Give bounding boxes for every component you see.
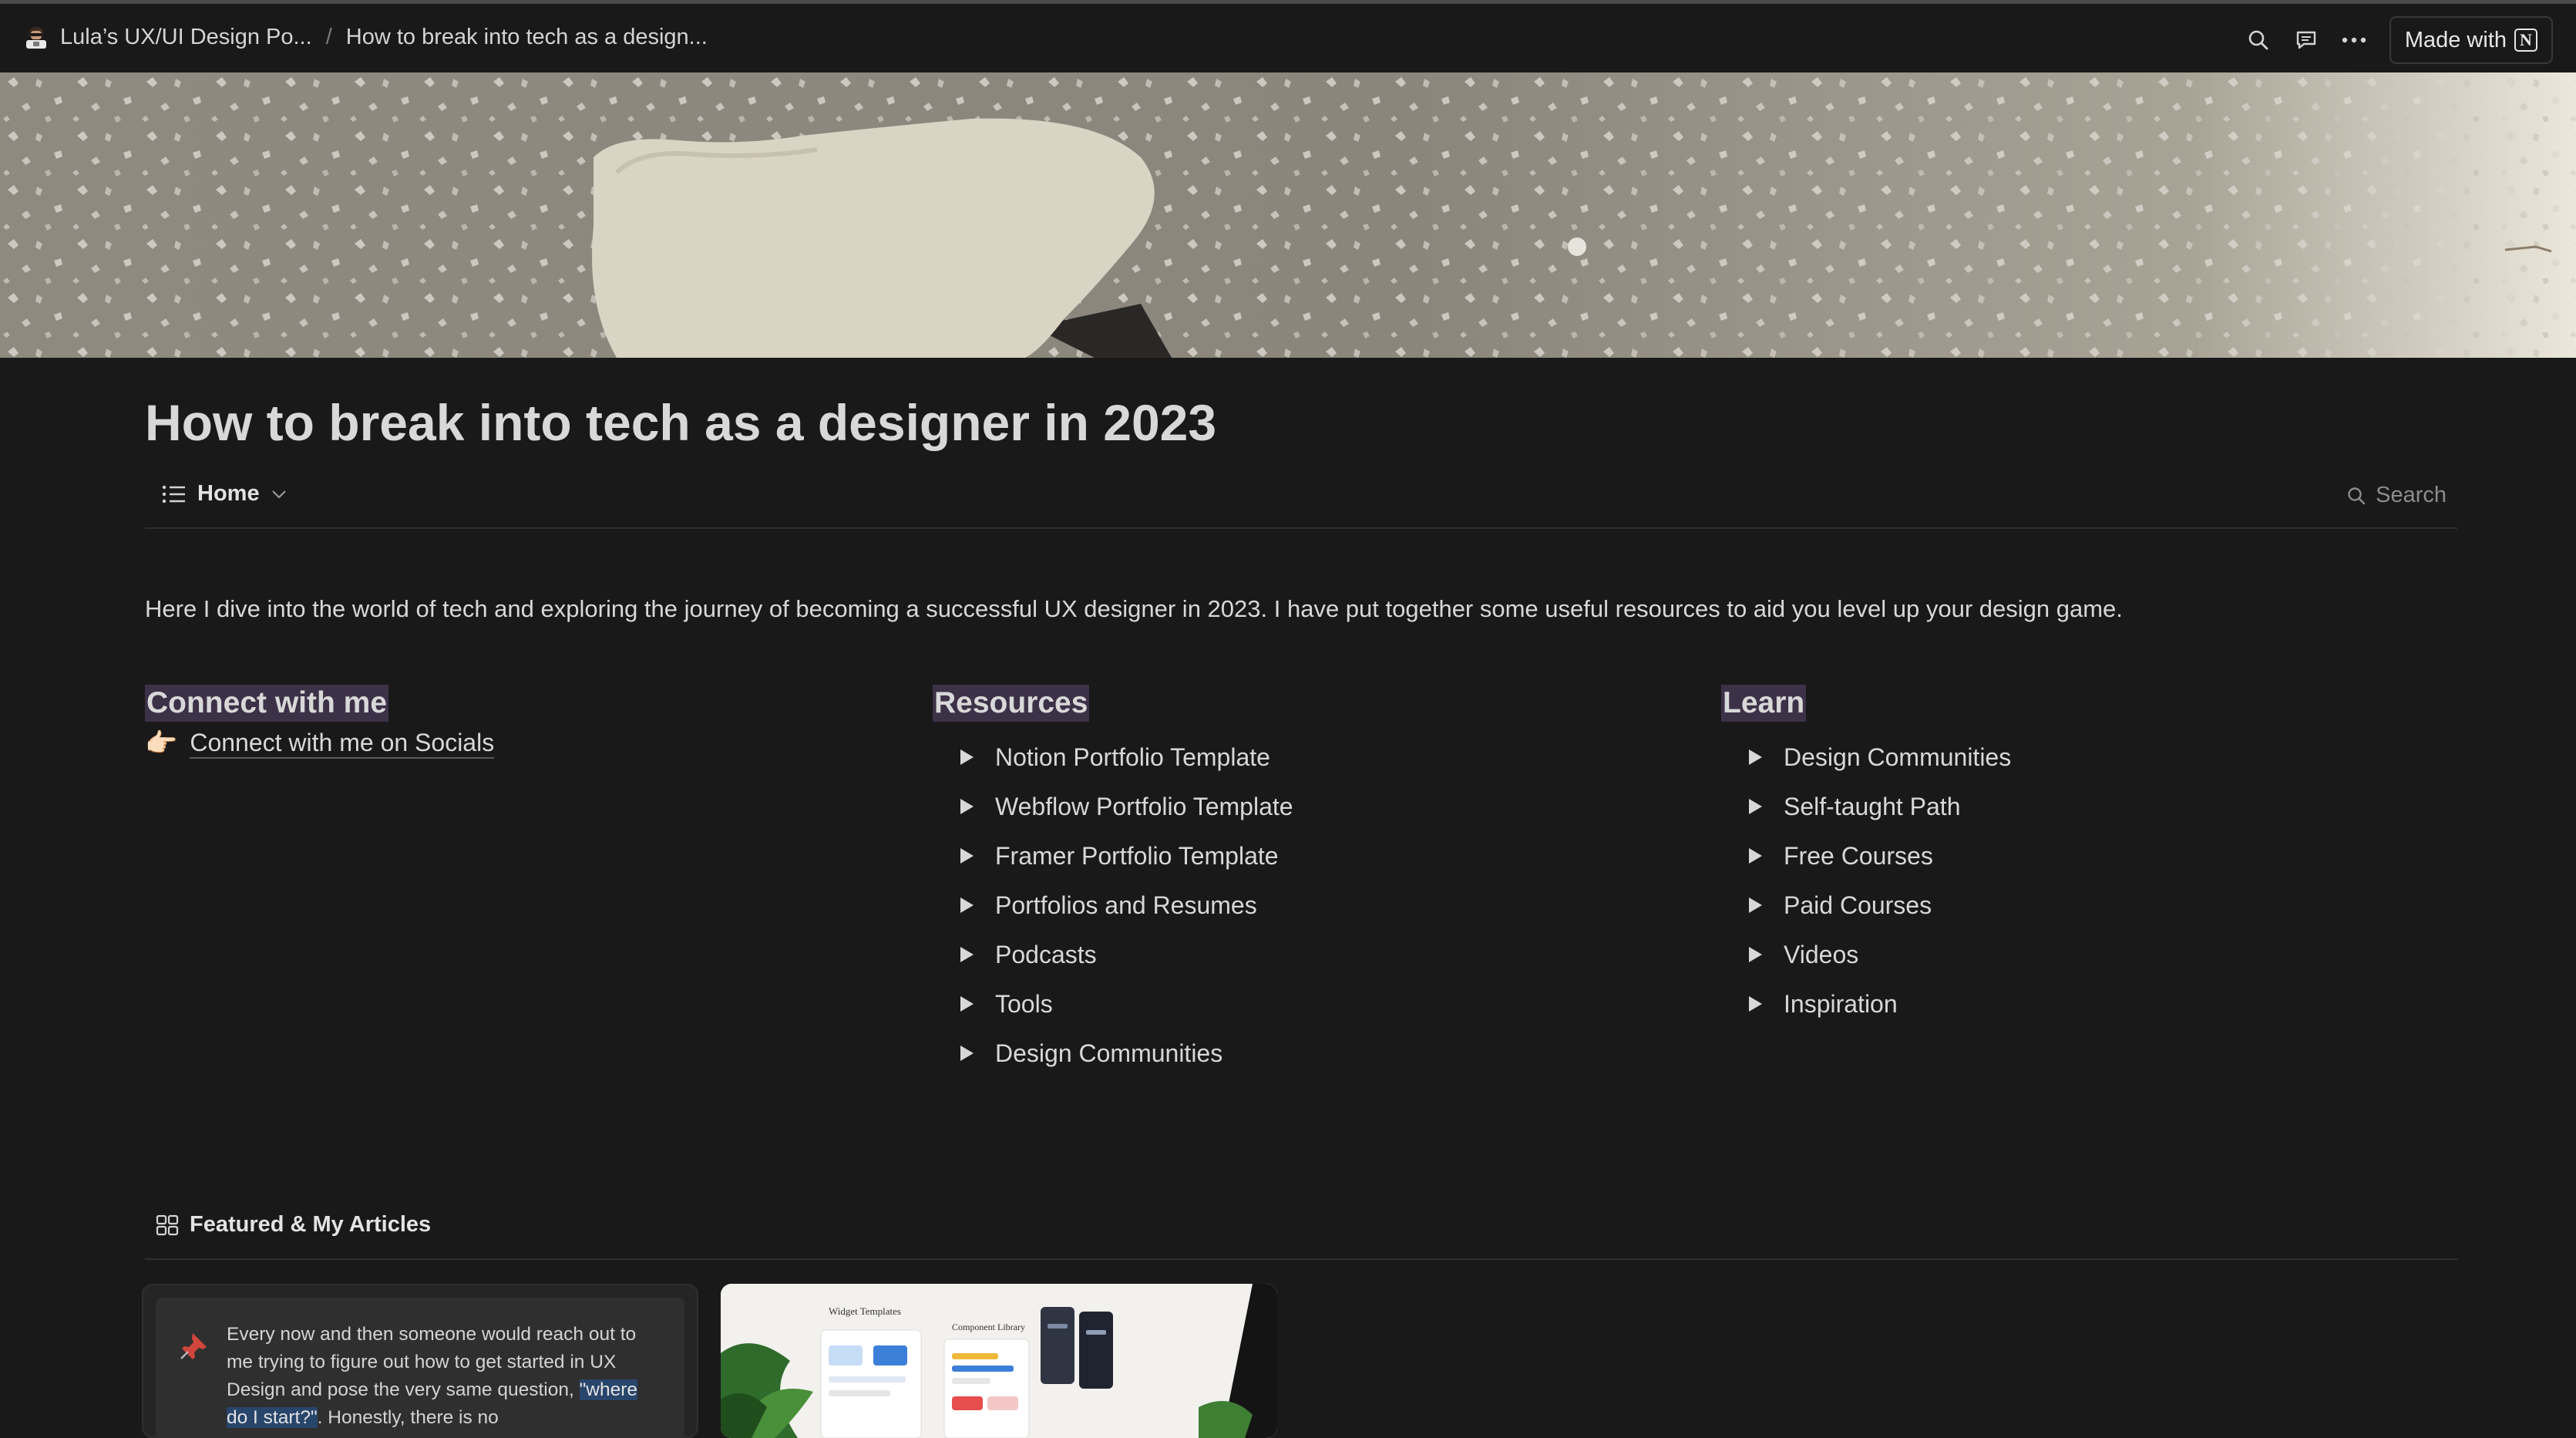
toggle-label: Notion Portfolio Template [995, 743, 1270, 771]
featured-title: Featured & My Articles [190, 1212, 432, 1237]
resources-column: Resources Notion Portfolio Template Webf… [933, 685, 1673, 1078]
breadcrumb-page[interactable]: How to break into tech as a design... [346, 25, 708, 50]
toggle-item[interactable]: Webflow Portfolio Template [933, 782, 1673, 831]
toggle-arrow-icon[interactable] [1749, 799, 1762, 814]
search-button[interactable] [2240, 22, 2277, 59]
resources-heading: Resources [933, 685, 1090, 722]
made-with-label: Made with [2404, 27, 2507, 52]
view-search-label: Search [2376, 483, 2447, 507]
comments-button[interactable] [2288, 22, 2325, 59]
toggle-label: Tools [995, 989, 1053, 1018]
learn-column: Learn Design Communities Self-taught Pat… [1721, 685, 2461, 1029]
article-card[interactable]: Widget Templates Component Library [721, 1284, 1277, 1438]
widget-templates-label: Widget Templates [829, 1305, 901, 1317]
view-bar: Home Search [145, 472, 2457, 529]
toggle-label: Design Communities [995, 1039, 1223, 1067]
toggle-label: Podcasts [995, 940, 1097, 968]
gallery-icon [156, 1214, 179, 1235]
view-search-button[interactable]: Search [2346, 483, 2447, 508]
component-library-label: Component Library [952, 1322, 1025, 1332]
article-thumbnail: Widget Templates Component Library [721, 1284, 1277, 1438]
toggle-item[interactable]: Paid Courses [1721, 881, 2461, 930]
toggle-label: Paid Courses [1784, 891, 1932, 919]
search-icon [2348, 487, 2366, 504]
breadcrumb-workspace[interactable]: Lula’s UX/UI Design Po... [60, 25, 312, 50]
toggle-label: Design Communities [1784, 743, 2012, 771]
toggle-item[interactable]: Videos [1721, 930, 2461, 979]
callout-text-start: Every now and then someone would reach o… [227, 1324, 637, 1400]
toggle-arrow-icon[interactable] [1749, 749, 1762, 765]
toggle-item[interactable]: Notion Portfolio Template [933, 732, 1673, 782]
toggle-item[interactable]: Tools [933, 979, 1673, 1029]
toggle-item[interactable]: Self-taught Path [1721, 782, 2461, 831]
cover-image [0, 72, 2576, 358]
toggle-arrow-icon[interactable] [960, 897, 974, 913]
socials-link-label: Connect with me on Socials [190, 729, 495, 759]
top-bar: Lula’s UX/UI Design Po... / How to break… [0, 4, 2576, 72]
callout-text: Every now and then someone would reach o… [227, 1321, 658, 1432]
learn-heading: Learn [1721, 685, 1807, 722]
made-with-notion-button[interactable]: Made with N [2389, 16, 2553, 64]
search-icon [2248, 30, 2268, 50]
page-title: How to break into tech as a designer in … [145, 394, 1217, 451]
callout-text-end: . Honestly, there is no [317, 1407, 499, 1428]
list-icon [162, 485, 185, 503]
notion-logo-icon: N [2514, 29, 2537, 52]
toggle-item[interactable]: Portfolios and Resumes [933, 881, 1673, 930]
callout-block: Every now and then someone would reach o… [156, 1298, 684, 1436]
resources-list: Notion Portfolio Template Webflow Portfo… [933, 732, 1673, 1078]
toggle-item[interactable]: Free Courses [1721, 831, 2461, 881]
cover-artwork [0, 72, 2576, 358]
view-tab-label: Home [197, 481, 260, 506]
toggle-item[interactable]: Design Communities [1721, 732, 2461, 782]
workspace-avatar-icon [26, 27, 46, 49]
toggle-arrow-icon[interactable] [960, 749, 974, 765]
toggle-arrow-icon[interactable] [960, 996, 974, 1012]
toggle-arrow-icon[interactable] [960, 947, 974, 962]
toggle-label: Videos [1784, 940, 1859, 968]
featured-view-bar: Featured & My Articles [145, 1203, 2457, 1260]
breadcrumb-separator: / [325, 24, 332, 49]
toggle-label: Framer Portfolio Template [995, 841, 1279, 870]
breadcrumb: Lula’s UX/UI Design Po... / How to break… [23, 24, 708, 50]
toggle-label: Self-taught Path [1784, 792, 1961, 820]
featured-view-tab[interactable]: Featured & My Articles [156, 1212, 431, 1238]
view-tab-home[interactable]: Home [162, 481, 298, 507]
toggle-label: Free Courses [1784, 841, 1933, 870]
toggle-arrow-icon[interactable] [960, 1046, 974, 1061]
pointing-hand-icon: 👉🏻 [145, 729, 178, 758]
toggle-item[interactable]: Inspiration [1721, 979, 2461, 1029]
toggle-arrow-icon[interactable] [960, 848, 974, 864]
toggle-item[interactable]: Framer Portfolio Template [933, 831, 1673, 881]
learn-list: Design Communities Self-taught Path Free… [1721, 732, 2461, 1029]
pushpin-icon [180, 1333, 207, 1359]
toggle-arrow-icon[interactable] [1749, 897, 1762, 913]
more-icon [2342, 37, 2366, 43]
socials-link[interactable]: 👉🏻 Connect with me on Socials [145, 728, 885, 759]
toggle-item[interactable]: Design Communities [933, 1029, 1673, 1078]
toggle-arrow-icon[interactable] [1749, 848, 1762, 864]
top-actions: Made with N [2240, 16, 2553, 64]
intro-paragraph: Here I dive into the world of tech and e… [145, 595, 2123, 622]
toggle-label: Inspiration [1784, 989, 1898, 1018]
connect-heading: Connect with me [145, 685, 389, 722]
toggle-arrow-icon[interactable] [1749, 947, 1762, 962]
chevron-down-icon [271, 490, 286, 499]
connect-column: Connect with me 👉🏻 Connect with me on So… [145, 685, 885, 759]
toggle-arrow-icon[interactable] [1749, 996, 1762, 1012]
more-button[interactable] [2336, 22, 2373, 59]
toggle-arrow-icon[interactable] [960, 799, 974, 814]
toggle-label: Portfolios and Resumes [995, 891, 1257, 919]
comment-icon [2296, 31, 2316, 49]
toggle-label: Webflow Portfolio Template [995, 792, 1293, 820]
toggle-item[interactable]: Podcasts [933, 930, 1673, 979]
article-card[interactable]: Every now and then someone would reach o… [142, 1284, 698, 1438]
